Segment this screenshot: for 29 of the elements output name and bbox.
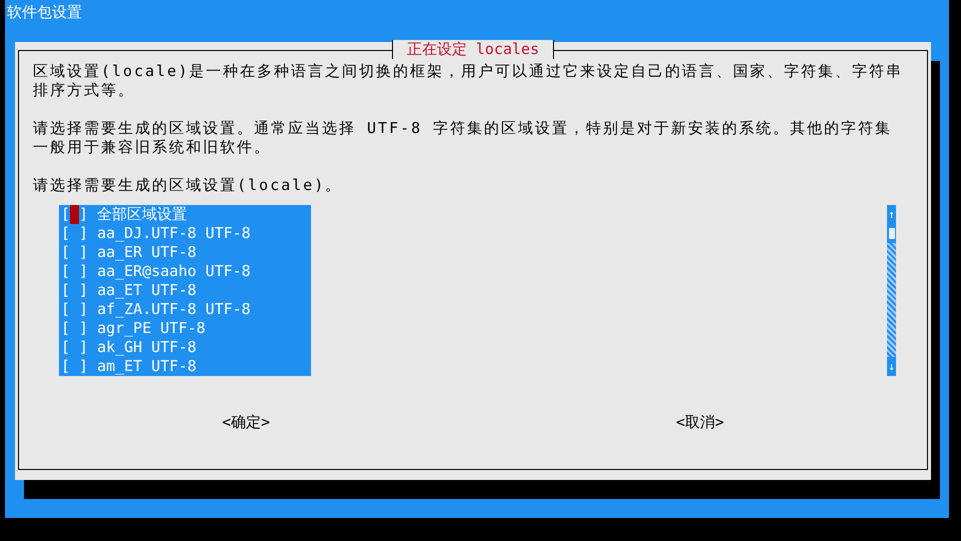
locale-item[interactable]: [ ] am_ET UTF-8: [59, 357, 311, 376]
description-text: 区域设置(locale)是一种在多种语言之间切换的框架，用户可以通过它来设定自己的语言、国家、字符集、字符串排序方式等。: [33, 62, 904, 100]
scroll-down-icon[interactable]: ↓: [887, 357, 896, 376]
locale-item[interactable]: [ ] agr_PE UTF-8: [59, 319, 311, 338]
locale-item[interactable]: [ ] 全部区域设置: [59, 205, 311, 224]
locale-item[interactable]: [ ] aa_ET UTF-8: [59, 281, 311, 300]
checkbox[interactable]: [ ]: [61, 319, 88, 338]
description-text: 请选择需要生成的区域设置(locale)。: [33, 176, 344, 195]
checkbox[interactable]: [ ]: [61, 338, 88, 357]
scrollbar[interactable]: ↑ ↓: [887, 205, 896, 376]
checkbox[interactable]: [ ]: [61, 300, 88, 319]
checkbox[interactable]: [ ]: [61, 224, 88, 243]
locale-item[interactable]: [ ] aa_ER@saaho UTF-8: [59, 262, 311, 281]
checkbox[interactable]: [ ]: [61, 243, 88, 262]
description-text: 请选择需要生成的区域设置。通常应当选择 UTF-8 字符集的区域设置，特别是对于新安装的系统。其他的字符集一般用于兼容旧系统和旧软件。: [33, 119, 894, 157]
scroll-up-icon[interactable]: ↑: [887, 205, 896, 224]
locale-item[interactable]: [ ] aa_ER UTF-8: [59, 243, 311, 262]
dialog-button[interactable]: <确定>: [222, 413, 270, 432]
window-title: 软件包设置: [7, 3, 82, 21]
checkbox[interactable]: [ ]: [61, 357, 88, 376]
locale-item[interactable]: [ ] af_ZA.UTF-8 UTF-8: [59, 300, 311, 319]
scroll-thumb[interactable]: [888, 228, 894, 239]
dialog-button[interactable]: <取消>: [676, 413, 724, 432]
locale-item[interactable]: [ ] ak_GH UTF-8: [59, 338, 311, 357]
dialog-title: 正在设定 locales: [392, 40, 554, 59]
checkbox[interactable]: [ ]: [61, 262, 88, 281]
locale-item[interactable]: [ ] aa_DJ.UTF-8 UTF-8: [59, 224, 311, 243]
checkbox[interactable]: [ ]: [61, 281, 88, 300]
checkbox[interactable]: [ ]: [61, 205, 88, 224]
